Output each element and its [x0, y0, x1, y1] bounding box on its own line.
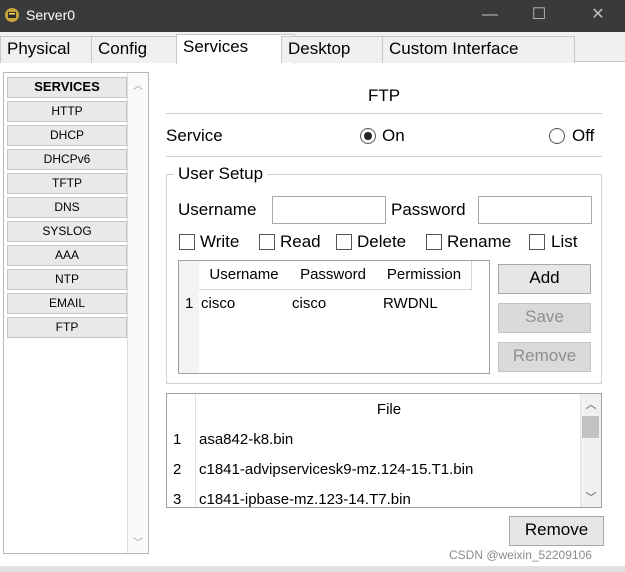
scroll-down-icon[interactable]: ﹀ — [581, 489, 601, 505]
username-label: Username — [178, 200, 257, 219]
user-table-header-permission: Permission — [377, 261, 472, 290]
file-name: c1841-ipbase-mz.123-14.T7.bin — [199, 491, 411, 508]
service-on-radio[interactable] — [360, 128, 376, 144]
service-item-http[interactable]: HTTP — [7, 101, 127, 122]
services-list: SERVICES HTTP DHCP DHCPv6 TFTP DNS SYSLO… — [7, 77, 127, 341]
user-table-header-password: Password — [289, 261, 378, 290]
maximize-button[interactable]: ☐ — [527, 4, 551, 26]
tab-physical[interactable]: Physical — [0, 36, 105, 63]
file-row-number: 3 — [173, 491, 182, 508]
service-item-ftp[interactable]: FTP — [7, 317, 127, 338]
scroll-thumb[interactable] — [582, 416, 599, 438]
row-number: 1 — [185, 295, 194, 312]
services-header: SERVICES — [7, 77, 127, 98]
file-list-rownums — [167, 394, 196, 507]
list-label: List — [551, 232, 578, 251]
service-item-dhcp[interactable]: DHCP — [7, 125, 127, 146]
window-title: Server0 — [26, 7, 76, 23]
service-item-tftp[interactable]: TFTP — [7, 173, 127, 194]
row-permission: RWDNL — [383, 295, 438, 312]
scroll-up-icon[interactable]: ︿ — [581, 396, 601, 412]
tab-desktop[interactable]: Desktop — [281, 36, 396, 63]
close-button[interactable]: ✕ — [586, 4, 610, 26]
user-table-rownums — [179, 261, 199, 373]
service-off-label: Off — [572, 126, 595, 145]
read-checkbox[interactable] — [259, 234, 275, 250]
save-button[interactable]: Save — [498, 303, 591, 333]
user-table: Username Password Permission 1 cisco cis… — [178, 260, 490, 374]
rename-checkbox[interactable] — [426, 234, 442, 250]
file-name: asa842-k8.bin — [199, 431, 294, 448]
rename-label: Rename — [447, 232, 512, 251]
watermark: CSDN @weixin_52209106 — [449, 548, 592, 562]
scroll-down-icon[interactable]: ﹀ — [128, 534, 148, 549]
service-off-radio[interactable] — [549, 128, 565, 144]
service-item-ntp[interactable]: NTP — [7, 269, 127, 290]
write-label: Write — [200, 232, 240, 251]
password-label: Password — [391, 200, 466, 219]
scroll-up-icon[interactable]: ︿ — [128, 77, 148, 92]
list-checkbox[interactable] — [529, 234, 545, 250]
file-row-number: 1 — [173, 431, 182, 448]
tab-bar: Physical Config Services Desktop Custom … — [0, 32, 625, 64]
file-row-number: 2 — [173, 461, 182, 478]
service-on-label: On — [382, 126, 405, 145]
file-list-header: File — [376, 401, 402, 418]
service-label: Service — [166, 126, 223, 145]
password-input[interactable] — [478, 196, 592, 224]
window-titlebar: Server0 — ☐ ✕ — [0, 0, 625, 32]
write-checkbox[interactable] — [179, 234, 195, 250]
service-item-email[interactable]: EMAIL — [7, 293, 127, 314]
file-list: File 1 asa842-k8.bin 2 c1841-advipservic… — [166, 393, 602, 508]
title-divider — [166, 113, 602, 114]
bottom-strip — [0, 566, 625, 572]
file-name: c1841-advipservicesk9-mz.124-15.T1.bin — [199, 461, 474, 478]
add-button[interactable]: Add — [498, 264, 591, 294]
service-item-dns[interactable]: DNS — [7, 197, 127, 218]
user-table-header-username: Username — [199, 261, 290, 290]
services-sidebar: SERVICES HTTP DHCP DHCPv6 TFTP DNS SYSLO… — [3, 72, 149, 554]
minimize-button[interactable]: — — [478, 4, 502, 26]
read-label: Read — [280, 232, 321, 251]
file-list-scrollbar[interactable]: ︿ ﹀ — [580, 394, 601, 507]
service-item-syslog[interactable]: SYSLOG — [7, 221, 127, 242]
tab-services[interactable]: Services — [176, 34, 295, 64]
delete-checkbox[interactable] — [336, 234, 352, 250]
sidebar-scrollbar[interactable]: ︿ ﹀ — [127, 73, 148, 553]
service-item-dhcpv6[interactable]: DHCPv6 — [7, 149, 127, 170]
ftp-title: FTP — [367, 86, 401, 105]
remove-file-button[interactable]: Remove — [509, 516, 604, 546]
service-item-aaa[interactable]: AAA — [7, 245, 127, 266]
username-input[interactable] — [272, 196, 386, 224]
user-setup-legend: User Setup — [174, 164, 268, 184]
remove-user-button[interactable]: Remove — [498, 342, 591, 372]
tab-custom-interface[interactable]: Custom Interface — [382, 36, 575, 63]
server-app-icon — [5, 8, 19, 22]
row-password: cisco — [292, 295, 327, 312]
service-divider — [166, 156, 602, 157]
row-username: cisco — [201, 295, 236, 312]
delete-label: Delete — [357, 232, 407, 251]
